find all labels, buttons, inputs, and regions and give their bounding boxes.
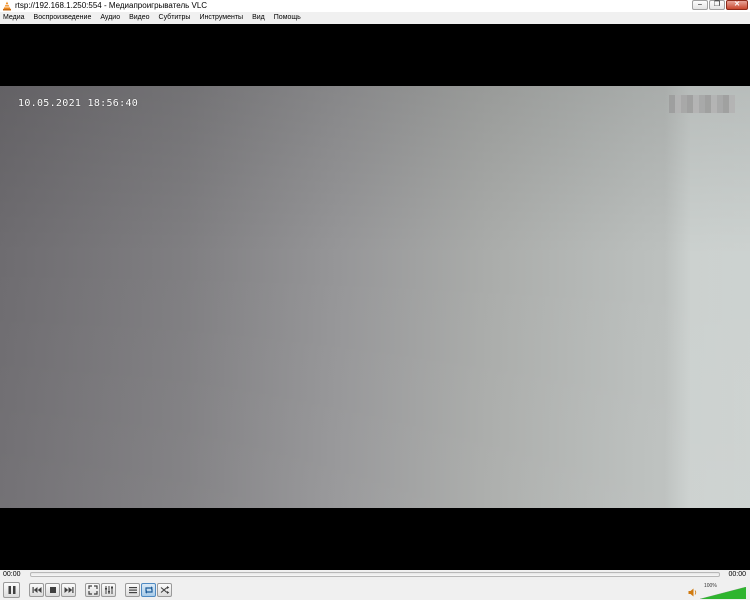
speaker-icon — [688, 588, 697, 597]
playback-buttons — [3, 582, 173, 598]
title-bar: rtsp://192.168.1.250:554 - Медиапроигрыв… — [0, 0, 750, 12]
menu-media[interactable]: Медиа — [3, 12, 25, 24]
blurred-camera-label — [669, 95, 735, 113]
video-area[interactable]: 10.05.2021 18:56:40 — [0, 24, 750, 570]
seek-slider[interactable] — [30, 572, 720, 577]
menu-subtitles[interactable]: Субтитры — [159, 12, 191, 24]
osd-timestamp: 10.05.2021 18:56:40 — [18, 98, 139, 109]
pause-icon — [8, 586, 15, 594]
menu-view[interactable]: Вид — [252, 12, 265, 24]
menu-help[interactable]: Помощь — [274, 12, 301, 24]
extended-settings-icon — [104, 586, 113, 594]
window-title: rtsp://192.168.1.250:554 - Медиапроигрыв… — [15, 1, 208, 10]
video-glare — [665, 86, 750, 508]
vlc-cone-icon — [3, 1, 11, 11]
fullscreen-icon — [87, 585, 98, 595]
next-icon — [64, 587, 73, 593]
extended-settings-button[interactable] — [101, 583, 116, 597]
restore-button[interactable]: ❐ — [709, 0, 725, 10]
menu-bar: Медиа Воспроизведение Аудио Видео Субтит… — [0, 12, 750, 24]
total-time[interactable]: 00:00 — [728, 571, 746, 578]
next-button[interactable] — [61, 583, 76, 597]
volume-percent: 100% — [704, 583, 717, 589]
minimize-button[interactable]: – — [692, 0, 708, 10]
video-frame[interactable]: 10.05.2021 18:56:40 — [0, 86, 750, 508]
shuffle-icon — [160, 586, 169, 594]
fullscreen-button[interactable] — [85, 583, 100, 597]
menu-tools[interactable]: Инструменты — [199, 12, 243, 24]
menu-playback[interactable]: Воспроизведение — [34, 12, 92, 24]
stop-icon — [49, 587, 56, 593]
playlist-button[interactable] — [125, 583, 140, 597]
loop-icon — [144, 586, 153, 594]
volume-control[interactable]: 100% — [688, 583, 746, 599]
previous-button[interactable] — [29, 583, 44, 597]
shuffle-button[interactable] — [157, 583, 172, 597]
elapsed-time[interactable]: 00:00 — [3, 571, 21, 578]
loop-button[interactable] — [141, 583, 156, 597]
stop-button[interactable] — [45, 583, 60, 597]
menu-audio[interactable]: Аудио — [100, 12, 120, 24]
control-panel: 00:00 00:00 — [0, 570, 750, 600]
playlist-icon — [128, 587, 137, 594]
pause-button[interactable] — [3, 582, 20, 598]
close-button[interactable]: ✕ — [726, 0, 748, 10]
window-buttons: – ❐ ✕ — [691, 0, 748, 11]
menu-video[interactable]: Видео — [129, 12, 149, 24]
previous-icon — [32, 587, 41, 593]
